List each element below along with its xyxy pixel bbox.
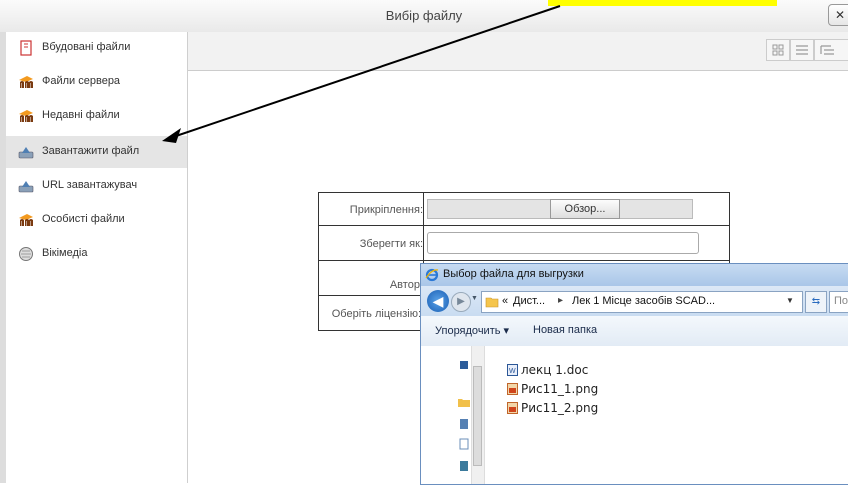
- annotation-arrow: [162, 5, 561, 143]
